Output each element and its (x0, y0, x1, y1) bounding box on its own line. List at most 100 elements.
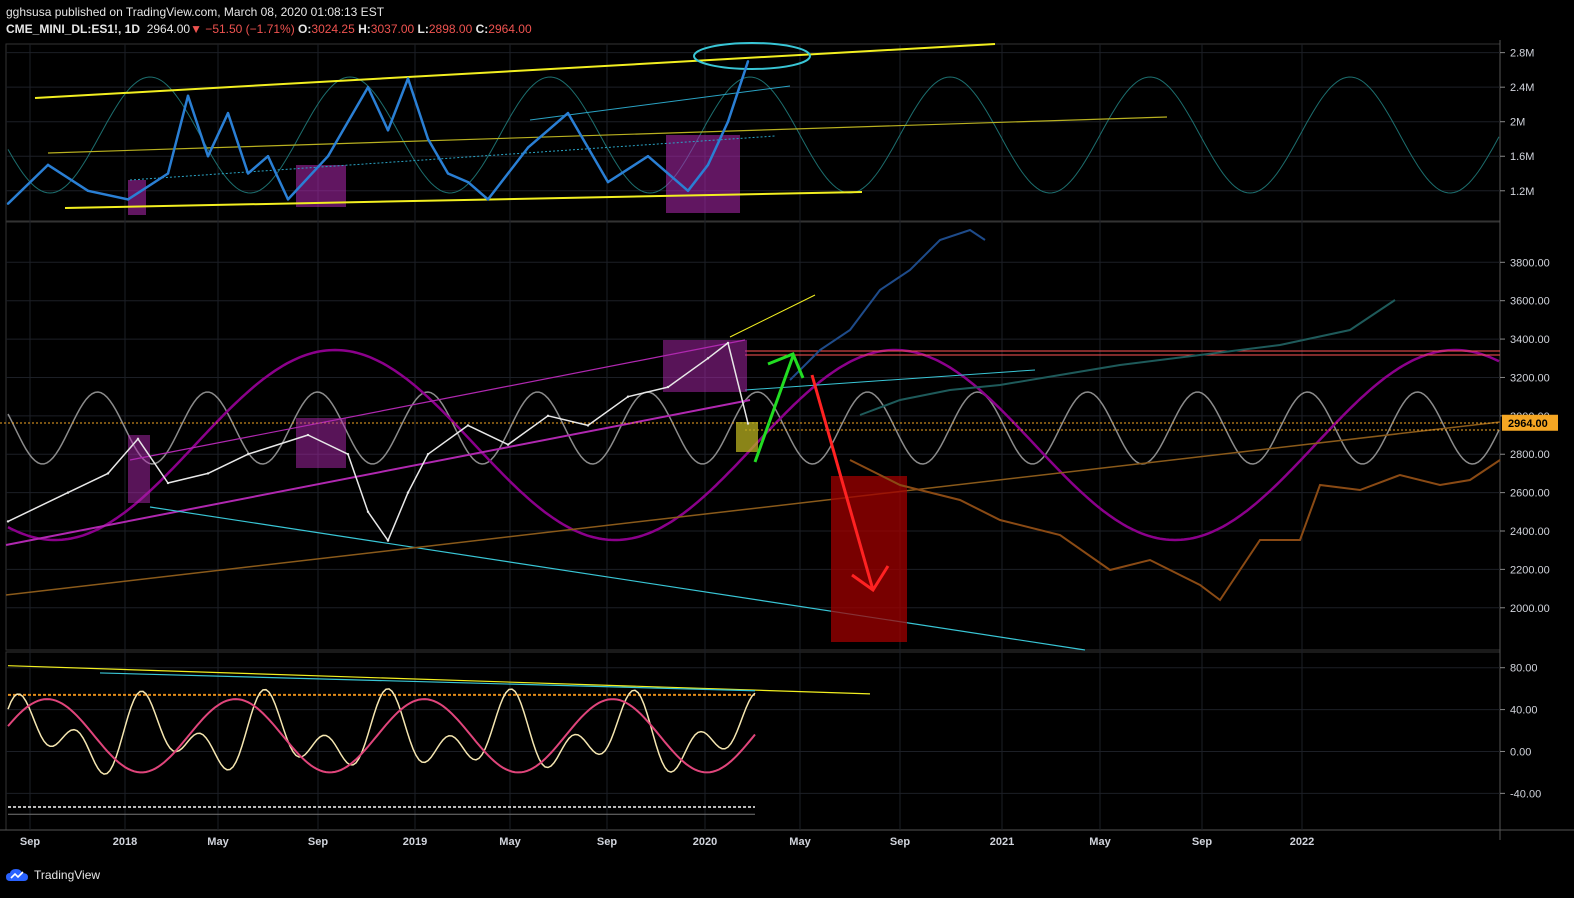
data-point (126, 198, 130, 201)
price-line (7, 342, 749, 542)
y-tick-label: 2800.00 (1510, 449, 1550, 461)
data-point (6, 202, 10, 205)
high-label: H: (358, 22, 371, 36)
yellow-projection-line (729, 294, 816, 338)
close-label: C: (475, 22, 489, 36)
projected-path-orange (849, 459, 1501, 602)
top-lower-trendline (64, 191, 863, 209)
data-point (226, 111, 230, 115)
data-point (206, 472, 210, 475)
data-point (386, 129, 390, 132)
close-value: 2964.00 (488, 22, 532, 36)
last-price: 2964.00 (146, 22, 191, 36)
last-price-tag-label: 2964.00 (1508, 418, 1548, 430)
chart-canvas[interactable]: 2.8M 2.4M 2M 1.6M 1.2M 3800.00 3600.00 3400.00 3… (0, 40, 1574, 860)
publish-info: gghsusa published on TradingView.com, Ma… (6, 5, 385, 19)
chart-grid (0, 40, 1574, 840)
descending-cyan-line (149, 506, 1086, 651)
high-value: 3037.00 (370, 22, 415, 36)
data-point (726, 341, 730, 345)
projected-path-blue (789, 228, 986, 381)
panel-frame-2 (5, 651, 1501, 831)
data-point (86, 189, 90, 192)
data-point (166, 172, 170, 175)
data-point (266, 155, 270, 158)
data-point (486, 198, 490, 201)
data-point (746, 422, 750, 425)
data-point (506, 443, 510, 446)
brand-name: TradingView (34, 868, 101, 882)
x-tick-label: May (1089, 836, 1111, 848)
data-point (466, 180, 470, 184)
data-point (326, 155, 330, 158)
top-upper-trendline (34, 43, 996, 99)
x-tick-label: Sep (597, 836, 617, 848)
y-tick-label: 2200.00 (1510, 564, 1550, 576)
change-value: ▼ −51.50 (−1.71%) (190, 22, 295, 36)
data-point (246, 172, 250, 175)
y-tick-label: 2000.00 (1510, 603, 1550, 615)
data-point (306, 433, 310, 437)
y-tick-label: -40.00 (1510, 788, 1541, 800)
data-point (406, 77, 410, 80)
data-point (566, 111, 570, 115)
data-point (386, 539, 390, 542)
data-point (706, 357, 710, 360)
x-tick-label: 2021 (990, 836, 1014, 848)
symbol-ohlc-line: CME_MINI_DL:ES1!, 1D 2964.00▼ −51.50 (−1… (6, 22, 532, 36)
data-point (406, 491, 410, 494)
low-value: 2898.00 (428, 22, 473, 36)
x-tick-label: Sep (20, 836, 40, 848)
x-tick-label: May (207, 836, 229, 848)
data-point (66, 491, 70, 494)
data-point (206, 155, 210, 158)
x-tick-label: May (499, 836, 521, 848)
data-point (746, 60, 750, 63)
channel-upper-line (129, 339, 746, 461)
data-point (606, 180, 610, 184)
data-point (626, 395, 630, 398)
y-tick-label: 2400.00 (1510, 526, 1550, 538)
open-value: 3024.25 (311, 22, 355, 36)
data-point (446, 172, 450, 175)
data-point (466, 424, 470, 427)
y-tick-label: 2.4M (1510, 82, 1534, 94)
price-highlight-box (296, 418, 346, 468)
y-tick-label: 40.00 (1510, 705, 1538, 717)
low-label: L: (417, 22, 429, 36)
data-point (666, 385, 670, 389)
top-oscillator-line (7, 60, 750, 205)
data-point (6, 520, 10, 523)
y-tick-label: 0.00 (1510, 746, 1531, 758)
data-point (426, 137, 430, 141)
x-tick-label: 2022 (1290, 836, 1314, 848)
x-tick-label: Sep (890, 836, 910, 848)
data-point (426, 453, 430, 456)
channel-lower-line (5, 399, 751, 546)
x-tick-label: 2018 (113, 836, 137, 848)
data-point (346, 453, 350, 456)
data-point (726, 120, 730, 123)
data-point (706, 163, 710, 167)
y-tick-label: 2.8M (1510, 48, 1534, 60)
data-point (366, 85, 370, 89)
data-point (646, 155, 650, 158)
data-point (166, 481, 170, 485)
top-highlight-box (296, 165, 346, 207)
data-point (586, 424, 590, 427)
projected-path-teal (859, 299, 1396, 416)
y-tick-label: 3200.00 (1510, 372, 1550, 384)
data-point (526, 146, 530, 149)
y-tick-label: 3600.00 (1510, 296, 1550, 308)
stoch-d-line (7, 698, 756, 774)
x-tick-label: Sep (308, 836, 328, 848)
stoch-yellow-trendline (7, 665, 871, 695)
symbol-label[interactable]: CME_MINI_DL:ES1!, 1D (6, 22, 140, 36)
cloud-logo-icon (6, 869, 28, 881)
data-point (46, 163, 50, 167)
y-tick-label: 80.00 (1510, 663, 1538, 675)
tradingview-brand[interactable]: TradingView (6, 868, 100, 882)
yellow-zone-box (736, 422, 758, 452)
data-point (546, 414, 550, 418)
y-tick-label: 2M (1510, 117, 1525, 129)
